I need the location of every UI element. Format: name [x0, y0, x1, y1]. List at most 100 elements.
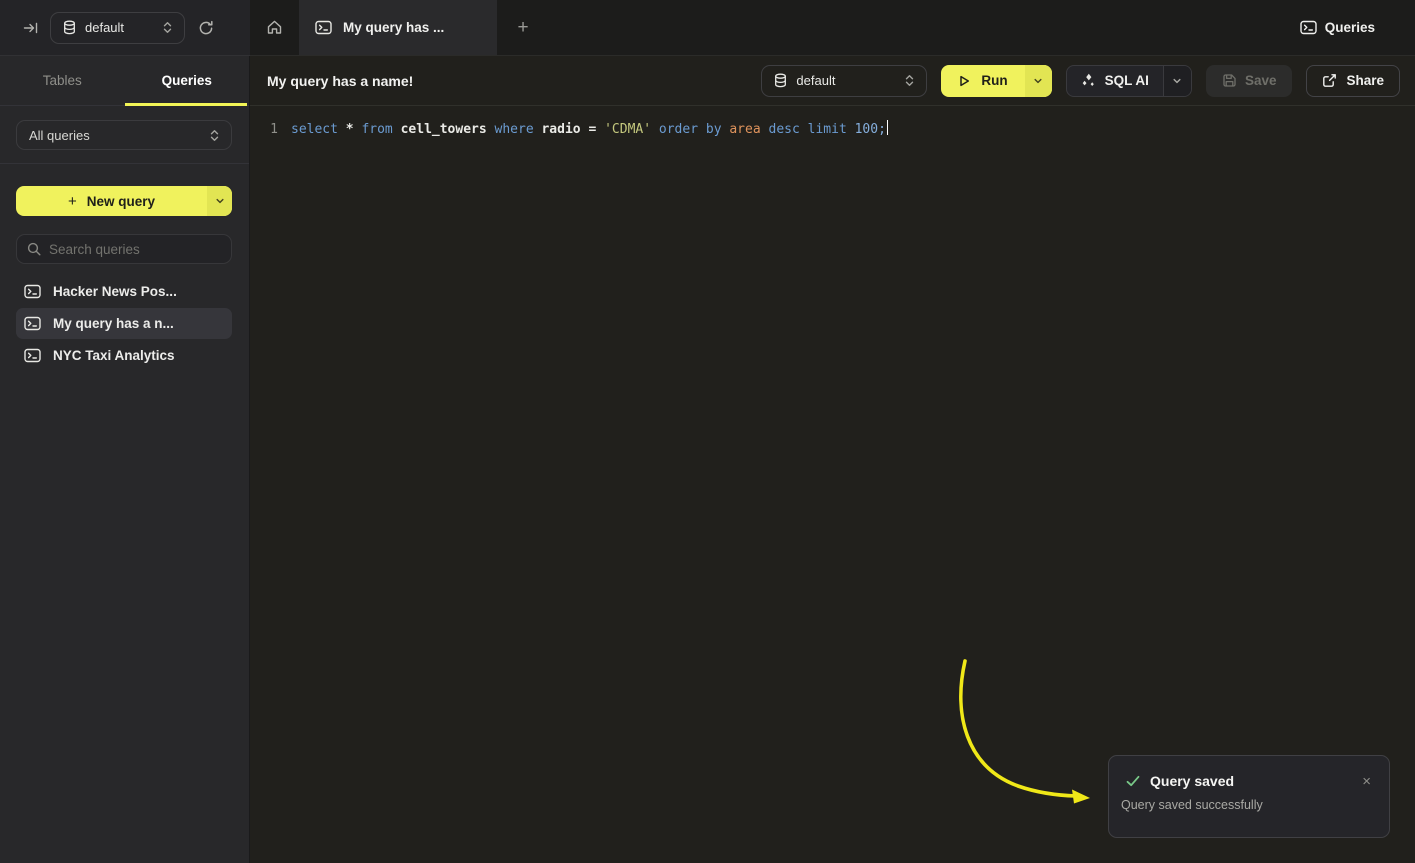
database-icon: [63, 20, 76, 35]
sql-token: radio: [541, 122, 588, 137]
sql-token: =: [588, 122, 604, 137]
run-dropdown-button[interactable]: [1025, 65, 1052, 97]
save-icon: [1222, 73, 1237, 88]
search-icon: [27, 242, 41, 256]
share-label: Share: [1346, 73, 1384, 88]
chevron-updown-icon: [163, 21, 172, 34]
sql-token: 100: [855, 122, 878, 137]
sidebar-tab-tables[interactable]: Tables: [0, 56, 125, 105]
terminal-icon: [24, 316, 41, 331]
refresh-button[interactable]: [198, 20, 214, 36]
sql-ai-button[interactable]: SQL AI: [1067, 66, 1163, 96]
plus-icon: +: [68, 193, 77, 210]
queries-indicator[interactable]: Queries: [1300, 0, 1415, 55]
query-item-label: NYC Taxi Analytics: [53, 348, 175, 363]
sql-ai-label: SQL AI: [1105, 73, 1149, 88]
toast-close-button[interactable]: ×: [1358, 774, 1375, 789]
sidebar: Tables Queries All queries + New query: [0, 56, 250, 863]
query-filter-select[interactable]: All queries: [16, 120, 232, 150]
sql-ai-dropdown-button[interactable]: [1163, 66, 1191, 96]
home-button[interactable]: [250, 0, 299, 55]
chevron-updown-icon: [905, 74, 914, 87]
refresh-icon: [198, 20, 214, 36]
query-list-item[interactable]: NYC Taxi Analytics: [16, 340, 232, 371]
queries-indicator-label: Queries: [1325, 20, 1375, 35]
toolbar-database-selector[interactable]: default: [761, 65, 927, 97]
terminal-icon: [1300, 20, 1317, 35]
chevron-down-icon: [215, 196, 225, 206]
play-icon: [957, 74, 971, 88]
query-filter-value: All queries: [29, 128, 201, 143]
new-query-dropdown-button[interactable]: [207, 186, 232, 216]
query-item-label: Hacker News Pos...: [53, 284, 177, 299]
sidebar-body: All queries + New query: [0, 106, 249, 371]
chevron-updown-icon: [210, 129, 219, 142]
sql-token: cell_towers: [401, 122, 495, 137]
new-query-split-button: + New query: [16, 186, 232, 216]
toast-query-saved: Query saved × Query saved successfully: [1108, 755, 1390, 838]
sidebar-divider: [0, 163, 249, 164]
check-icon: [1125, 774, 1141, 788]
run-split-button: Run: [941, 65, 1051, 97]
save-button[interactable]: Save: [1206, 65, 1293, 97]
new-query-button[interactable]: + New query: [16, 186, 207, 216]
topbar-database-selector[interactable]: default: [50, 12, 185, 44]
sidebar-tab-queries[interactable]: Queries: [125, 56, 250, 105]
save-label: Save: [1245, 73, 1277, 88]
editor-toolbar: default Run: [761, 65, 1400, 97]
sql-token: limit: [808, 122, 855, 137]
sql-console-app: default: [0, 0, 1415, 863]
search-queries-input[interactable]: [49, 242, 221, 257]
sql-token: select: [291, 122, 346, 137]
sidebar-tabs: Tables Queries: [0, 56, 249, 106]
line-number: 1: [266, 119, 278, 141]
topbar: default: [0, 0, 1415, 56]
share-button[interactable]: Share: [1306, 65, 1400, 97]
sql-token: area: [729, 122, 768, 137]
new-tab-button[interactable]: +: [497, 0, 549, 55]
toast-title: Query saved: [1150, 773, 1234, 789]
sql-token: 'CDMA': [604, 122, 659, 137]
share-icon: [1322, 73, 1337, 88]
sparkles-icon: [1081, 73, 1096, 88]
toast-header: Query saved ×: [1125, 773, 1375, 789]
database-icon: [774, 73, 787, 88]
sql-code-line: select * from cell_towers where radio = …: [291, 119, 888, 141]
new-query-label: New query: [87, 194, 155, 209]
tab-tables-label: Tables: [43, 73, 82, 88]
sql-token: from: [361, 122, 400, 137]
terminal-icon: [24, 284, 41, 299]
topbar-right: My query has ... + Queries: [250, 0, 1415, 56]
text-cursor: [887, 120, 889, 135]
terminal-icon: [24, 348, 41, 363]
chevron-down-icon: [1172, 76, 1182, 86]
editor-header: My query has a name! default: [250, 56, 1415, 106]
toast-message: Query saved successfully: [1121, 798, 1375, 812]
database-selector-value: default: [85, 20, 154, 35]
collapse-sidebar-icon: [23, 20, 39, 36]
tab-my-query[interactable]: My query has ...: [299, 0, 497, 55]
sql-token: ;: [878, 122, 886, 137]
chevron-down-icon: [1033, 76, 1043, 86]
tab-queries-label: Queries: [162, 73, 212, 88]
sql-token: by: [706, 122, 729, 137]
search-queries-box: [16, 234, 232, 264]
topbar-spacer: [549, 0, 1300, 55]
collapse-sidebar-button[interactable]: [23, 20, 39, 36]
home-icon: [266, 19, 283, 36]
tab-label: My query has ...: [343, 20, 444, 35]
sql-token: where: [495, 122, 542, 137]
query-item-label: My query has a n...: [53, 316, 174, 331]
query-title: My query has a name!: [267, 73, 413, 89]
active-tab-underline: [125, 103, 248, 106]
query-list-item[interactable]: Hacker News Pos...: [16, 276, 232, 307]
toolbar-database-value: default: [796, 73, 896, 88]
sql-ai-split-button: SQL AI: [1066, 65, 1192, 97]
topbar-left: default: [0, 0, 250, 56]
query-list-item-selected[interactable]: My query has a n...: [16, 308, 232, 339]
query-list: Hacker News Pos... My query has a n... N…: [16, 276, 232, 371]
sql-token: desc: [769, 122, 808, 137]
sql-token: *: [346, 122, 362, 137]
run-button[interactable]: Run: [941, 65, 1024, 97]
sql-editor[interactable]: 1 select * from cell_towers where radio …: [250, 106, 1415, 141]
